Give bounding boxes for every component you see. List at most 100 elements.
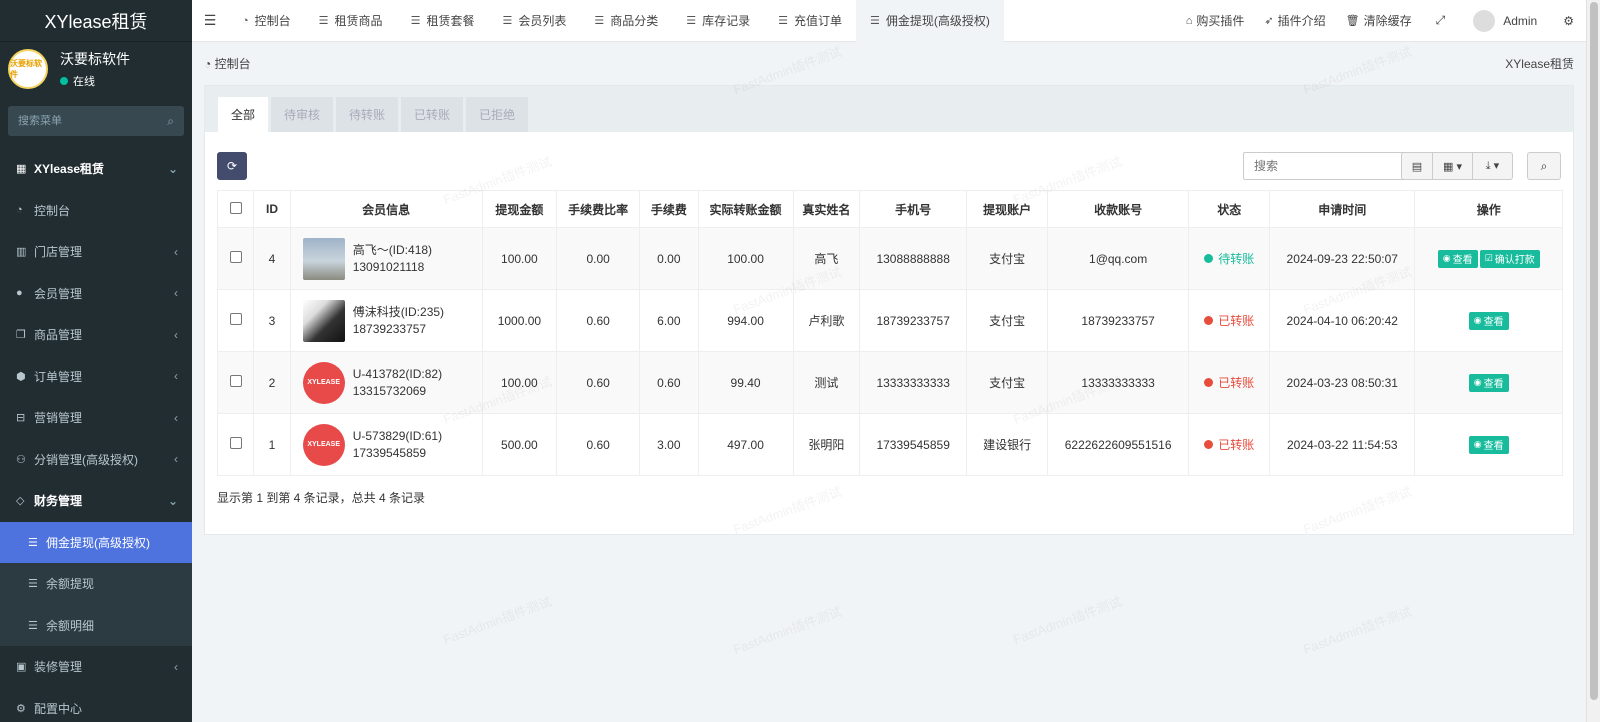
sidebar-item-10[interactable]: ☰ 余额提现	[0, 563, 192, 605]
sidebar-item-9[interactable]: ☰ 佣金提现(高级授权)	[0, 521, 192, 563]
list-icon: ☰	[410, 15, 421, 27]
table-row: 4 高飞～(ID:418) 13091021118 100.00 0.00 0.00 100…	[216, 227, 1563, 290]
sidebar-item-13[interactable]: ⚙ 配置中心	[0, 688, 192, 722]
filter-tab-4[interactable]: 已拒绝	[466, 97, 529, 132]
rate-cell: 0.60	[556, 351, 641, 414]
member-avatar[interactable]	[302, 299, 345, 342]
view-button[interactable]: ◉ 查看	[1468, 373, 1509, 392]
nav-link-label: 购买插件	[1196, 14, 1245, 28]
column-header[interactable]: 操作	[1414, 190, 1563, 228]
confirm-pay-button[interactable]: ☑ 确认打款	[1479, 249, 1540, 268]
nav-link-0[interactable]: ⌂ 购买插件	[1176, 12, 1255, 29]
member-avatar[interactable]	[302, 237, 345, 280]
cog-icon: ⚙	[16, 702, 26, 715]
row-checkbox[interactable]	[229, 375, 242, 387]
table-tool-group: ▤ ▦ ▾ ⤓ ▾	[1401, 152, 1513, 180]
realname-cell: 高飞	[792, 227, 861, 290]
account-type-cell: 建设银行	[966, 413, 1048, 476]
column-header[interactable]: 状态	[1188, 190, 1271, 228]
column-header[interactable]: 手续费比率	[556, 190, 641, 228]
sidebar-item-6[interactable]: ⊟ 营销管理 ‹	[0, 397, 192, 439]
table-row: 1 XYLEASE U-573829(ID:61) 17339545859 500.00…	[216, 413, 1563, 476]
cogs-icon[interactable]: ⚙	[1551, 14, 1586, 28]
sidebar-item-label: 控制台	[34, 203, 71, 218]
column-header[interactable]: 申请时间	[1269, 190, 1416, 228]
rocket-icon: ➶	[1264, 15, 1274, 27]
page-scrollbar[interactable]	[1586, 0, 1600, 722]
refresh-button[interactable]: ⟳	[217, 152, 247, 180]
filter-tab-1[interactable]: 待审核	[271, 97, 334, 132]
scrollbar-thumb[interactable]	[1590, 2, 1598, 700]
diamond-icon: ◇	[16, 495, 25, 508]
nav-link-2[interactable]: 🗑 清除缓存	[1336, 12, 1422, 29]
view-button[interactable]: ◉ 查看	[1437, 249, 1478, 268]
select-all-checkbox[interactable]	[229, 201, 242, 214]
columns-button[interactable]: ▦ ▾	[1433, 152, 1473, 180]
sidebar-item-11[interactable]: ☰ 余额明细	[0, 604, 192, 646]
sidebar-item-5[interactable]: ⬢ 订单管理 ‹	[0, 356, 192, 398]
select-cell	[216, 351, 255, 414]
sidebar-item-2[interactable]: ▥ 门店管理 ‹	[0, 231, 192, 273]
nav-tab-7[interactable]: ☰ 佣金提现(高级授权)	[856, 0, 1004, 42]
nav-tab-6[interactable]: ☰ 充值订单	[764, 0, 856, 42]
nav-tab-1[interactable]: ☰ 租赁商品	[305, 0, 397, 42]
filter-tab-3[interactable]: 已转账	[401, 97, 464, 132]
advanced-search-button[interactable]: ⌕	[1527, 152, 1561, 180]
breadcrumb-current[interactable]: ◔ 控制台	[204, 55, 251, 72]
view-button[interactable]: ◉ 查看	[1468, 311, 1509, 330]
row-checkbox[interactable]	[229, 313, 242, 325]
column-header[interactable]: 手续费	[639, 190, 699, 228]
sidebar-item-12[interactable]: ▣ 装修管理 ‹	[0, 646, 192, 688]
filter-tab-0[interactable]: 全部	[218, 97, 269, 132]
sidebar-item-0[interactable]: ▦ XYlease租赁 ⌄	[0, 148, 192, 190]
nav-tab-4[interactable]: ☰ 商品分类	[580, 0, 672, 42]
table-search-input[interactable]	[1243, 152, 1405, 180]
fullscreen-icon[interactable]: ⤢	[1422, 13, 1460, 28]
member-avatar[interactable]: XYLEASE	[302, 423, 345, 466]
fee-cell: 6.00	[639, 289, 699, 352]
search-icon[interactable]: ⌕	[167, 114, 174, 129]
admin-name: Admin	[1503, 13, 1538, 28]
row-checkbox[interactable]	[229, 251, 242, 263]
menu-toggle-icon[interactable]: ☰	[192, 12, 228, 29]
column-header[interactable]: ID	[253, 190, 291, 228]
nav-link-label: 清除缓存	[1363, 14, 1412, 28]
member-cell: 高飞～(ID:418) 13091021118	[289, 227, 483, 290]
sidebar-item-4[interactable]: ❐ 商品管理 ‹	[0, 314, 192, 356]
nav-tab-2[interactable]: ☰ 租赁套餐	[397, 0, 489, 42]
column-header[interactable]: 手机号	[859, 190, 968, 228]
filter-tab-2[interactable]: 待转账	[336, 97, 399, 132]
column-header[interactable]: 提现金额	[481, 190, 558, 228]
id-cell: 1	[253, 413, 291, 476]
column-header[interactable]: 真实姓名	[792, 190, 861, 228]
menu-search-input[interactable]	[18, 115, 148, 127]
export-button[interactable]: ⤓ ▾	[1473, 152, 1513, 180]
view-button[interactable]: ◉ 查看	[1468, 435, 1509, 454]
status-label: 已转账	[1218, 438, 1255, 452]
sidebar-item-7[interactable]: ⚇ 分销管理(高级授权) ‹	[0, 439, 192, 481]
toggle-view-button[interactable]: ▤	[1401, 152, 1433, 180]
member-avatar[interactable]: XYLEASE	[302, 361, 345, 404]
sidebar-item-1[interactable]: ◔ 控制台	[0, 190, 192, 232]
column-header[interactable]: 提现账户	[966, 190, 1048, 228]
member-lines: U-413782(ID:82) 13315732069	[353, 366, 442, 400]
sidebar-item-8[interactable]: ◇ 财务管理 ⌄	[0, 480, 192, 522]
row-checkbox[interactable]	[229, 437, 242, 449]
status-cell: 待转账	[1188, 227, 1271, 290]
nav-link-1[interactable]: ➶ 插件介绍	[1254, 12, 1335, 29]
column-header[interactable]: 会员信息	[289, 190, 483, 228]
nav-tab-0[interactable]: ◔ 控制台	[228, 0, 305, 42]
clone-icon: ❐	[16, 329, 26, 342]
column-header[interactable]: 收款账号	[1046, 190, 1190, 228]
nav-tab-5[interactable]: ☰ 库存记录	[672, 0, 764, 42]
actual-cell: 497.00	[697, 413, 794, 476]
app-logo[interactable]: XYlease租赁	[0, 0, 192, 42]
admin-menu[interactable]: Admin	[1459, 9, 1551, 32]
sidebar-item-3[interactable]: ● 会员管理 ‹	[0, 273, 192, 315]
column-header[interactable]: 实际转账金额	[697, 190, 794, 228]
account-cell: 13333333333	[1046, 351, 1190, 414]
chevron-down-icon: ⌄	[167, 493, 178, 508]
nav-tab-3[interactable]: ☰ 会员列表	[488, 0, 580, 42]
sidebar-search: ⌕	[8, 106, 184, 136]
member-cell: XYLEASE U-413782(ID:82) 13315732069	[289, 351, 483, 414]
